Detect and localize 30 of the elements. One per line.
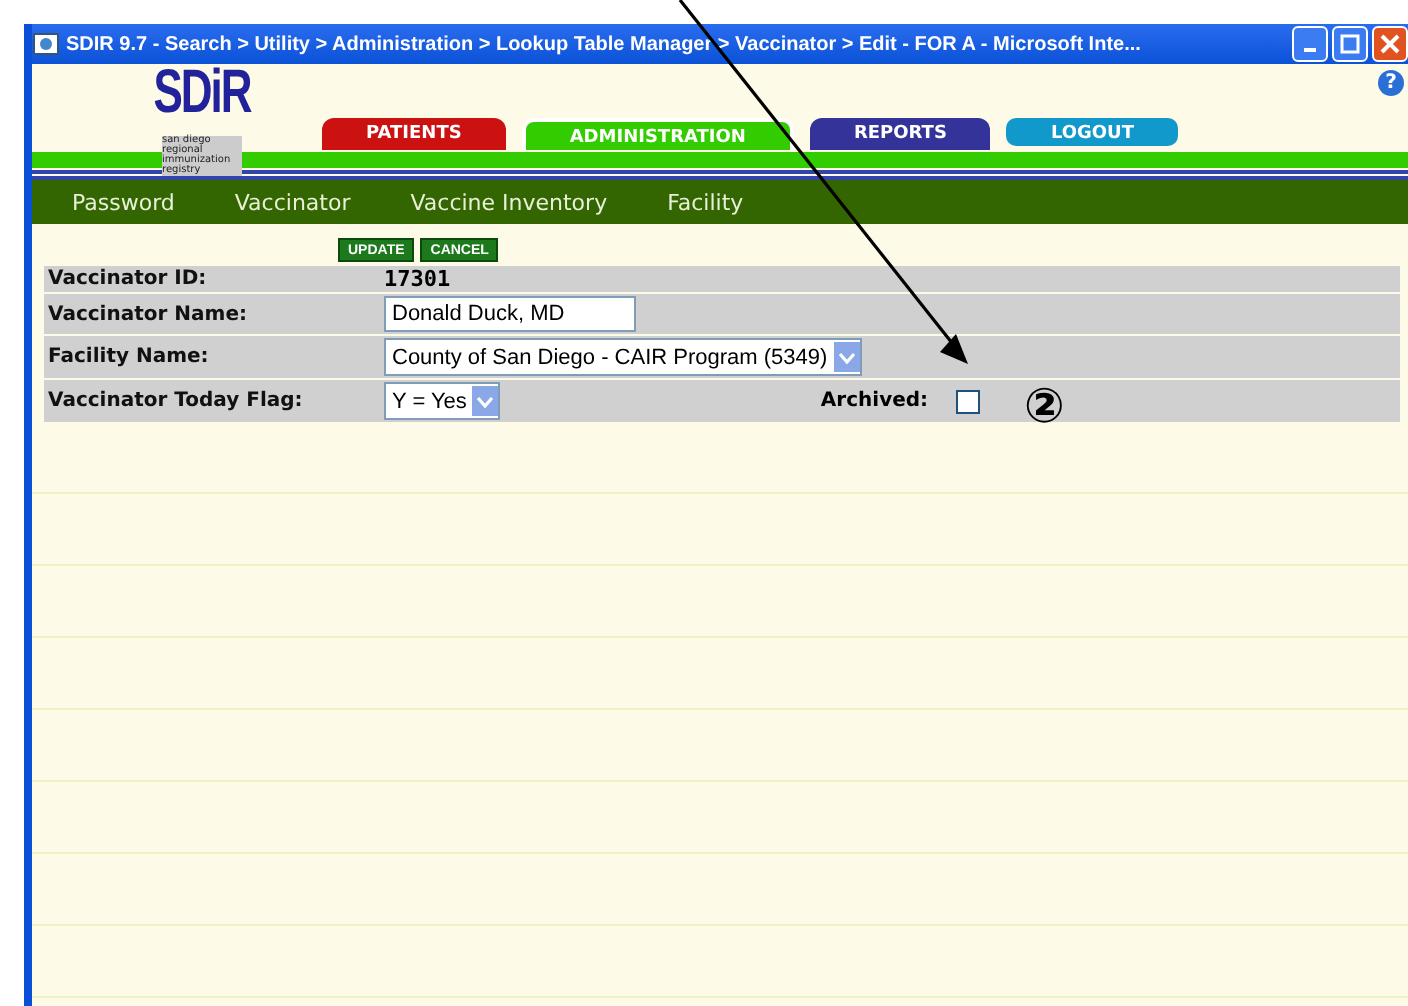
subnav-link[interactable]: Vaccinator xyxy=(234,189,351,215)
subnav-link[interactable]: Vaccine Inventory xyxy=(410,189,608,215)
callout-number: ② xyxy=(1024,380,1065,432)
field-label: Vaccinator ID: xyxy=(44,266,384,292)
name-field[interactable]: Donald Duck, MD xyxy=(384,296,636,332)
facility-dropdown[interactable]: County of San Diego - CAIR Program (5349) xyxy=(384,338,862,376)
flag-dropdown[interactable]: Y = Yes xyxy=(384,382,501,420)
maximize-icon xyxy=(1340,34,1360,54)
caret-icon xyxy=(476,395,495,407)
caret-icon xyxy=(837,351,856,363)
close-button[interactable] xyxy=(1372,26,1408,62)
browser-icon xyxy=(32,30,60,58)
minimize-button[interactable] xyxy=(1292,26,1328,62)
nav-tab[interactable]: REPORTS xyxy=(809,118,991,150)
maximize-button[interactable] xyxy=(1332,26,1368,62)
field-label: Vaccinator Name: xyxy=(44,294,384,334)
vaccinator-id: 17301 xyxy=(384,266,1400,292)
subnav-link[interactable]: Password xyxy=(72,189,175,215)
subnav-link[interactable]: Facility xyxy=(667,189,744,215)
minimize-icon xyxy=(1304,48,1316,52)
logo-text: SDiR xyxy=(153,53,251,130)
help-icon[interactable]: ? xyxy=(1378,70,1404,96)
close-icon xyxy=(1380,34,1400,54)
archived-checkbox[interactable] xyxy=(956,389,981,413)
field-label: Archived: xyxy=(820,390,929,412)
nav-tab[interactable]: PATIENTS xyxy=(322,118,506,150)
field-label: Facility Name: xyxy=(44,336,384,378)
field-label: Vaccinator Today Flag: xyxy=(44,380,384,422)
window-title: SDIR 9.7 - Search > Utility > Administration > Lookup Table Manager > Vaccinator > Edit - FOR A - Microsoft Inte... xyxy=(66,33,1141,55)
nav-tab[interactable]: LOGOUT xyxy=(1006,118,1178,146)
